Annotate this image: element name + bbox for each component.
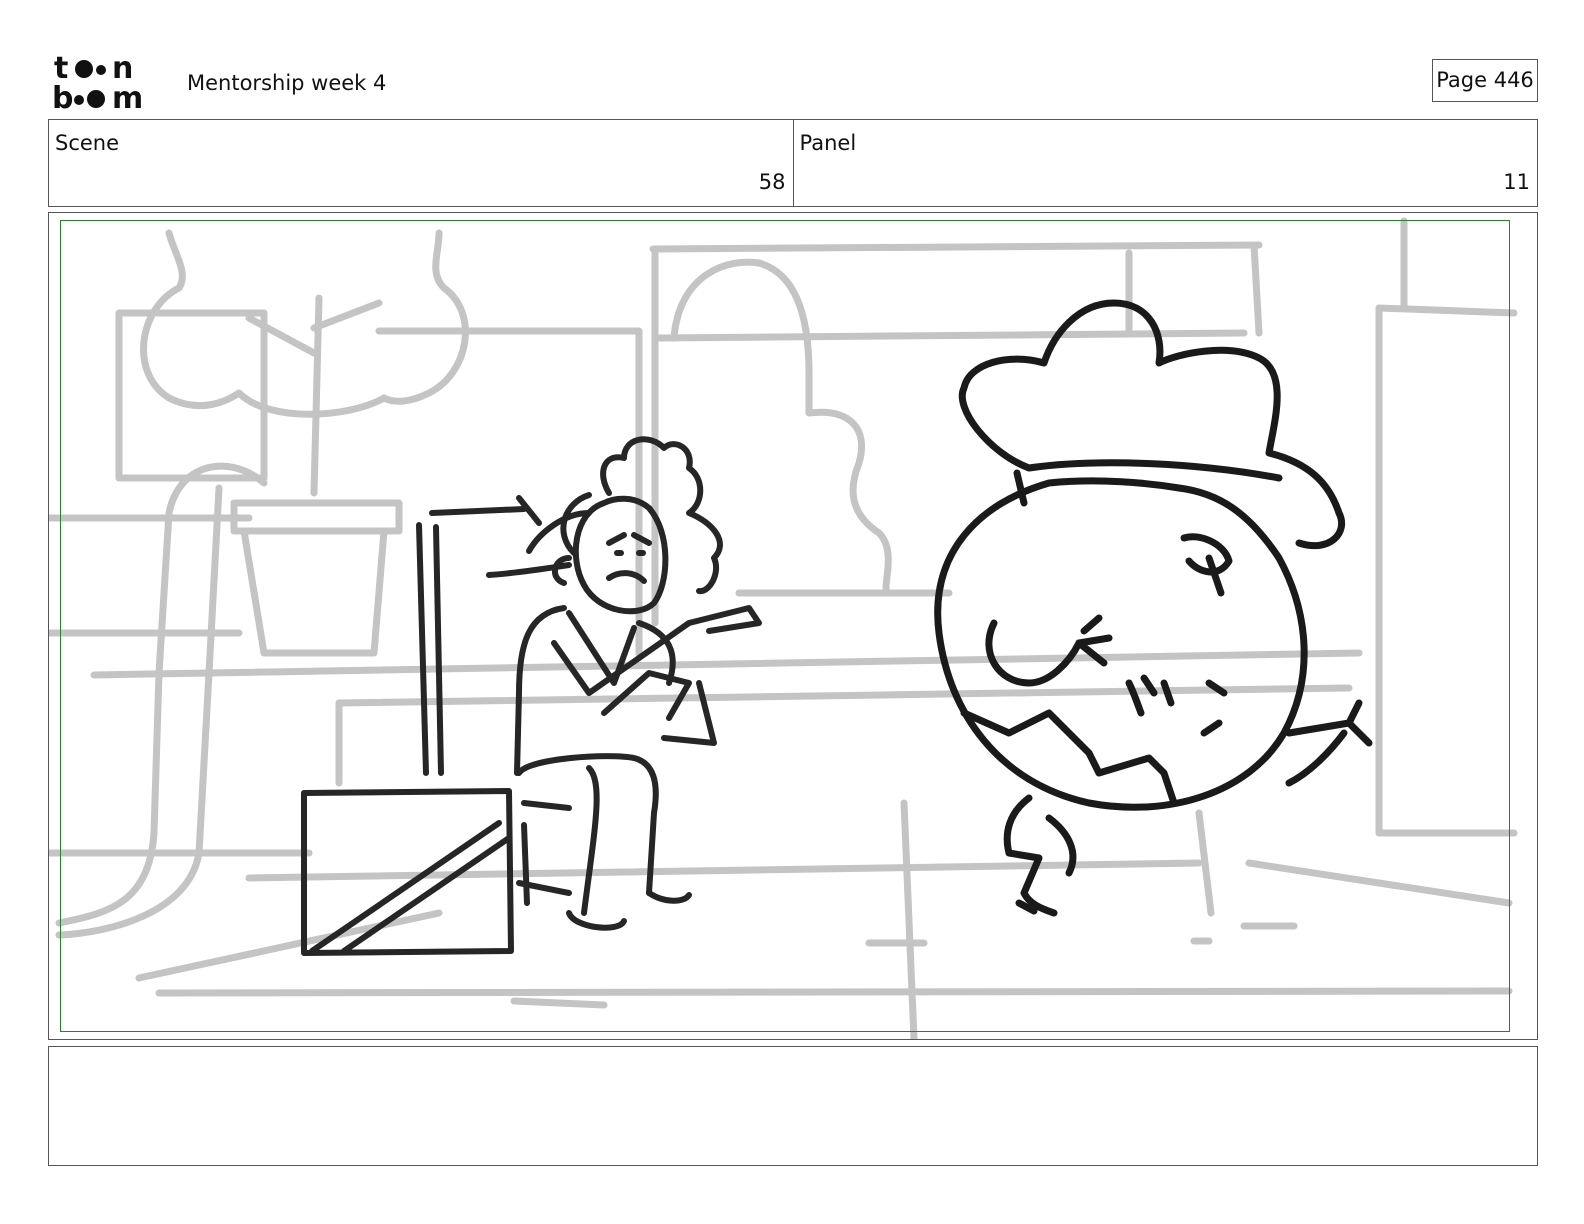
panel-number: 11 [1503,170,1530,194]
panel-label: Panel [799,131,857,155]
notes-box [48,1046,1538,1166]
scene-cell: Scene 58 [49,120,793,206]
panel-cell: Panel 11 [792,120,1538,206]
project-title: Mentorship week 4 [187,71,387,95]
scene-number: 58 [758,170,786,194]
storyboard-sketch [49,217,1518,1039]
scene-label: Scene [55,131,120,155]
svg-text:b: b [52,81,73,114]
page-number: Page 446 [1432,59,1538,102]
scene-panel-row: Scene 58 Panel 11 [48,119,1538,207]
svg-text:m: m [112,81,143,114]
toon-boom-logo: t n b m [50,50,164,116]
storyboard-panel [48,212,1538,1040]
